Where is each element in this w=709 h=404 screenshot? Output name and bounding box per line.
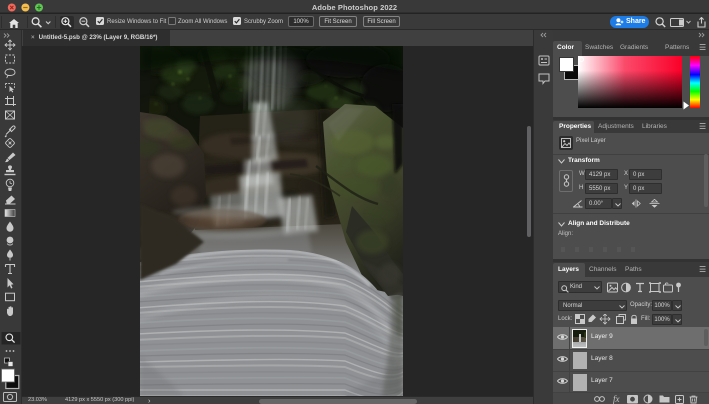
svg-text:fx: fx (613, 394, 620, 404)
